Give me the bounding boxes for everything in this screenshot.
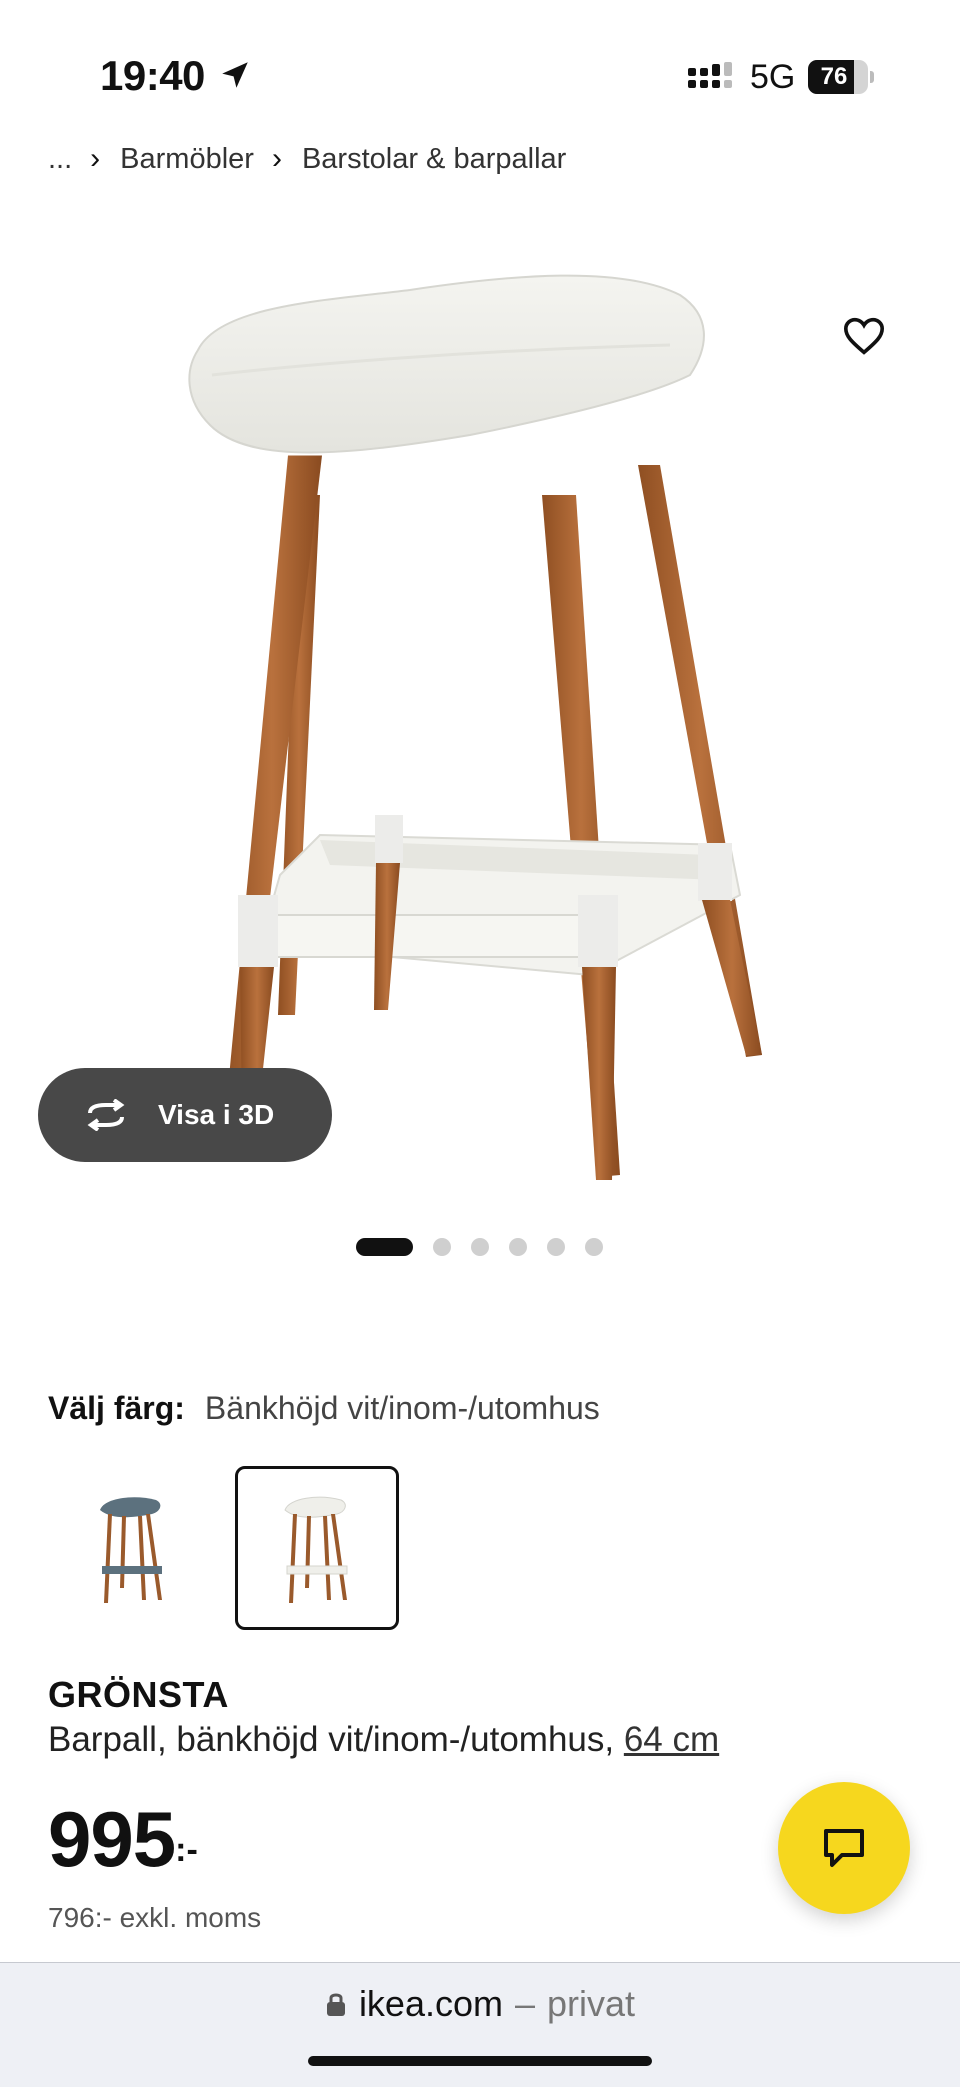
battery-icon: 76 <box>808 60 874 94</box>
price-value: 995 <box>48 1795 176 1883</box>
stool-thumbnail-white <box>284 1496 348 1603</box>
product-size-link[interactable]: 64 cm <box>624 1720 719 1759</box>
view-3d-button[interactable]: Visa i 3D <box>38 1068 332 1162</box>
product-image[interactable] <box>150 255 830 1195</box>
favorite-button[interactable] <box>838 310 890 362</box>
chat-button[interactable] <box>778 1782 910 1914</box>
carousel-dot-6[interactable] <box>585 1238 603 1256</box>
price-ex-vat: 796:- exkl. moms <box>48 1902 262 1933</box>
breadcrumb: ... › Barmöbler › Barstolar & barpallar <box>48 142 566 176</box>
color-swatch-blue[interactable] <box>50 1466 214 1630</box>
breadcrumb-ellipsis[interactable]: ... <box>48 143 72 176</box>
carousel-dots <box>356 1238 623 1256</box>
product-name: GRÖNSTA <box>48 1674 229 1715</box>
color-selected-value: Bänkhöjd vit/inom-/utomhus <box>204 1390 600 1426</box>
product-price: 995 :- <box>48 1800 198 1878</box>
browser-address-bar[interactable]: ikea.com – privat <box>0 1962 960 2087</box>
browser-mode-label: privat <box>547 1983 636 2024</box>
color-label: Välj färg: <box>48 1390 185 1426</box>
chevron-right-icon: › <box>271 142 282 175</box>
rotate-3d-icon <box>87 1099 125 1131</box>
price-suffix: :- <box>175 1831 198 1869</box>
carousel-dot-2[interactable] <box>433 1238 451 1256</box>
product-description-text: Barpall, bänkhöjd vit/inom-/utomhus, <box>48 1720 624 1759</box>
carousel-dot-4[interactable] <box>509 1238 527 1256</box>
breadcrumb-item-barstolar[interactable]: Barstolar & barpallar <box>302 143 566 176</box>
color-picker-header: Välj färg: Bänkhöjd vit/inom-/utomhus <box>48 1390 600 1427</box>
product-description: Barpall, bänkhöjd vit/inom-/utomhus, 64 … <box>48 1720 719 1760</box>
carousel-dot-1[interactable] <box>356 1238 413 1256</box>
lock-icon <box>326 1993 345 2016</box>
chat-bubble-icon <box>824 1829 864 1867</box>
color-swatch-white[interactable] <box>235 1466 399 1630</box>
battery-level: 76 <box>820 63 848 90</box>
stool-thumbnail-blue <box>100 1497 162 1603</box>
status-time: 19:40 <box>100 52 205 99</box>
network-label: 5G <box>750 58 796 96</box>
url-row[interactable]: ikea.com – privat <box>0 1983 960 2025</box>
chevron-right-icon: › <box>90 142 101 175</box>
signal-bars-icon <box>688 62 732 88</box>
carousel-dot-3[interactable] <box>471 1238 489 1256</box>
heart-outline-icon <box>843 317 885 355</box>
home-indicator[interactable] <box>308 2056 652 2066</box>
status-bar: 19:40 5G 76 <box>0 0 960 150</box>
url-separator: – <box>515 1983 536 2024</box>
location-arrow-icon <box>222 62 248 88</box>
url-domain: ikea.com <box>358 1983 503 2024</box>
breadcrumb-item-barmobler[interactable]: Barmöbler <box>120 143 254 176</box>
carousel-dot-5[interactable] <box>547 1238 565 1256</box>
view-3d-label: Visa i 3D <box>158 1099 275 1130</box>
